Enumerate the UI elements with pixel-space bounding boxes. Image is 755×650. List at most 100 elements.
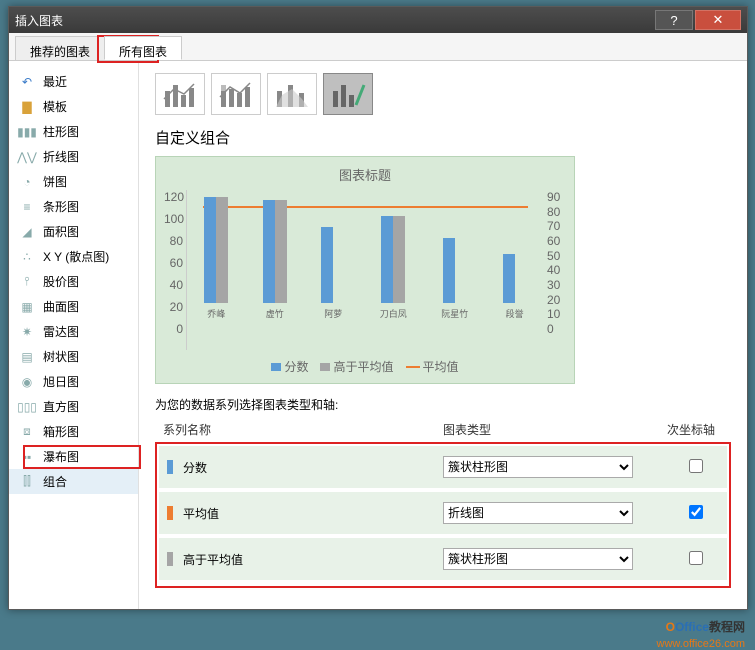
secondary-axis-checkbox[interactable] xyxy=(689,505,703,519)
sidebar-item-area[interactable]: ◢ 面积图 xyxy=(9,219,138,244)
sidebar-item-boxplot[interactable]: ⧈ 箱形图 xyxy=(9,419,138,444)
radar-chart-icon: ✷ xyxy=(19,325,35,339)
tab-all-charts[interactable]: 所有图表 xyxy=(104,36,182,60)
series-color-marker xyxy=(167,552,173,566)
series-color-marker xyxy=(167,460,173,474)
sidebar-item-line[interactable]: ⋀⋁ 折线图 xyxy=(9,144,138,169)
sidebar-item-label: 饼图 xyxy=(43,173,67,190)
sidebar-item-template[interactable]: ▇模板 xyxy=(9,94,138,119)
subtype-clustered-line[interactable] xyxy=(155,73,205,115)
boxplot-icon: ⧈ xyxy=(19,425,35,439)
bar-score xyxy=(503,254,515,303)
sidebar-item-label: 曲面图 xyxy=(43,298,79,315)
sidebar-item-label: X Y (散点图) xyxy=(43,248,109,265)
series-name: 高于平均值 xyxy=(183,551,443,568)
sidebar-item-bar[interactable]: ≡ 条形图 xyxy=(9,194,138,219)
sidebar-item-label: 折线图 xyxy=(43,148,79,165)
sidebar-item-surface[interactable]: ▦ 曲面图 xyxy=(9,294,138,319)
x-label: 刀白凤 xyxy=(380,307,407,320)
legend-item: 高于平均值 xyxy=(333,358,393,375)
dialog-window: 插入图表 ? ✕ 推荐的图表 所有图表 ↶ 最近 ▇模板 ▮▮▮柱形图 ⋀⋁ 折线图… xyxy=(8,6,748,610)
x-label: 阿萝 xyxy=(324,307,342,320)
undo-icon: ↶ xyxy=(19,75,35,89)
series-row: 高于平均值簇状柱形图 xyxy=(159,538,727,580)
sidebar-item-label: 最近 xyxy=(43,73,67,90)
watermark-logo: OOffice教程网 xyxy=(666,618,745,636)
scatter-chart-icon: ∴ xyxy=(19,250,35,264)
bar-group: 虚竹 xyxy=(263,200,287,320)
bar-score xyxy=(381,216,393,303)
combo-chart-icon: ⫿⫿ xyxy=(19,475,35,489)
sidebar-item-histogram[interactable]: ▯▯▯ 直方图 xyxy=(9,394,138,419)
content-pane: 自定义组合 图表标题 120100806040200 乔峰虚竹阿萝刀白凤阮星竹段… xyxy=(139,61,747,609)
content-heading: 自定义组合 xyxy=(155,127,731,148)
bar-above-avg xyxy=(275,200,287,303)
y-axis-right: 9080706050403020100 xyxy=(544,190,566,350)
series-grid-header: 系列名称 图表类型 次坐标轴 xyxy=(155,417,731,442)
sidebar-item-label: 模板 xyxy=(43,98,67,115)
subtype-stacked-area[interactable] xyxy=(267,73,317,115)
sidebar-item-label: 面积图 xyxy=(43,223,79,240)
x-label: 阮星竹 xyxy=(441,307,468,320)
bar-above-avg xyxy=(393,216,405,303)
sidebar-item-label: 直方图 xyxy=(43,398,79,415)
chart-legend: 分数 高于平均值 平均值 xyxy=(164,358,566,375)
sidebar-item-column[interactable]: ▮▮▮柱形图 xyxy=(9,119,138,144)
chart-preview: 图表标题 120100806040200 乔峰虚竹阿萝刀白凤阮星竹段誉 9080… xyxy=(155,156,575,384)
chart-type-select[interactable]: 簇状柱形图 xyxy=(443,456,633,478)
legend-item: 分数 xyxy=(284,358,308,375)
chart-type-sidebar: ↶ 最近 ▇模板 ▮▮▮柱形图 ⋀⋁ 折线图 ◔ 饼图 ≡ 条形图 ◢ 面积图 ∴ X Y … xyxy=(9,61,139,609)
titlebar: 插入图表 ? ✕ xyxy=(9,7,747,33)
sidebar-item-label: 雷达图 xyxy=(43,323,79,340)
sidebar-item-pie[interactable]: ◔ 饼图 xyxy=(9,169,138,194)
sidebar-item-radar[interactable]: ✷ 雷达图 xyxy=(9,319,138,344)
subtype-custom-combo[interactable] xyxy=(323,73,373,115)
area-chart-icon: ◢ xyxy=(19,225,35,239)
legend-item: 平均值 xyxy=(423,358,459,375)
bar-above-avg xyxy=(216,197,228,303)
help-button[interactable]: ? xyxy=(655,10,693,30)
series-grid: 分数簇状柱形图平均值折线图高于平均值簇状柱形图 xyxy=(155,442,731,588)
sidebar-item-label: 组合 xyxy=(43,473,67,490)
series-section-label: 为您的数据系列选择图表类型和轴: xyxy=(155,396,731,413)
secondary-axis-checkbox[interactable] xyxy=(689,551,703,565)
bar-chart-icon: ≡ xyxy=(19,200,35,214)
sidebar-item-label: 条形图 xyxy=(43,198,79,215)
close-button[interactable]: ✕ xyxy=(695,10,741,30)
x-label: 乔峰 xyxy=(207,307,225,320)
series-row: 平均值折线图 xyxy=(159,492,727,534)
sidebar-item-sunburst[interactable]: ◉旭日图 xyxy=(9,369,138,394)
histogram-icon: ▯▯▯ xyxy=(19,400,35,414)
sidebar-item-label: 旭日图 xyxy=(43,373,79,390)
line-chart-icon: ⋀⋁ xyxy=(19,150,35,164)
sidebar-item-stock[interactable]: ⫯股价图 xyxy=(9,269,138,294)
window-title: 插入图表 xyxy=(15,12,653,29)
bar-score xyxy=(443,238,455,303)
treemap-icon: ▤ xyxy=(19,350,35,364)
bar-group: 阿萝 xyxy=(321,227,345,320)
bar-score xyxy=(321,227,333,303)
sidebar-item-label: 箱形图 xyxy=(43,423,79,440)
sidebar-item-waterfall[interactable]: ▪▪瀑布图 xyxy=(9,444,138,469)
secondary-axis-checkbox[interactable] xyxy=(689,459,703,473)
series-row: 分数簇状柱形图 xyxy=(159,446,727,488)
x-label: 段誉 xyxy=(506,307,524,320)
sidebar-item-xy[interactable]: ∴ X Y (散点图) xyxy=(9,244,138,269)
surface-chart-icon: ▦ xyxy=(19,300,35,314)
sidebar-item-recent[interactable]: ↶ 最近 xyxy=(9,69,138,94)
pie-chart-icon: ◔ xyxy=(19,175,35,189)
watermark-url: www.office26.com xyxy=(657,638,745,650)
chart-type-select[interactable]: 簇状柱形图 xyxy=(443,548,633,570)
sidebar-item-tree[interactable]: ▤树状图 xyxy=(9,344,138,369)
subtype-stacked-line[interactable] xyxy=(211,73,261,115)
sidebar-item-combo[interactable]: ⫿⫿ 组合 xyxy=(9,469,138,494)
col-header-type: 图表类型 xyxy=(443,421,643,438)
chart-type-select[interactable]: 折线图 xyxy=(443,502,633,524)
plot-area: 乔峰 虚竹 阿萝 刀白凤 阮星竹 段誉 xyxy=(186,190,544,350)
chart-subtype-row xyxy=(155,73,731,115)
chart-title: 图表标题 xyxy=(164,165,566,184)
col-header-name: 系列名称 xyxy=(163,421,443,438)
x-label: 虚竹 xyxy=(266,307,284,320)
tab-recommended[interactable]: 推荐的图表 xyxy=(15,36,105,60)
waterfall-icon: ▪▪ xyxy=(19,450,35,464)
